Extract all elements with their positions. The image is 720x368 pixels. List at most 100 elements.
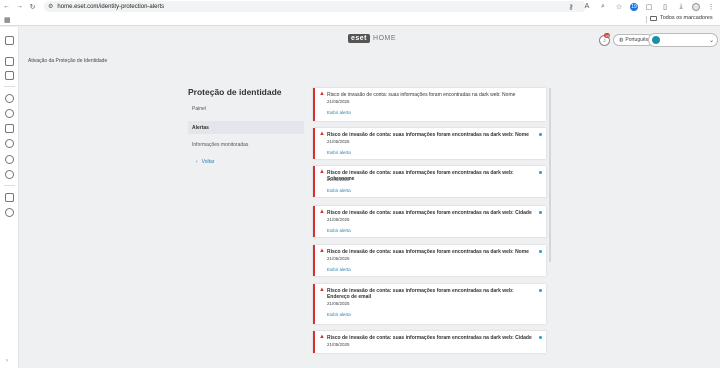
alert-date: 21/05/2025 <box>327 301 350 306</box>
alert-title-text: Risco de invasão de conta: suas informaç… <box>326 335 532 341</box>
logo-brand: eset <box>348 34 371 43</box>
alert-card[interactable]: ▲ Risco de invasão de conta: suas informa… <box>313 245 546 276</box>
rail-divider <box>4 185 15 186</box>
alert-title: ▲ Risco de invasão de conta: suas informa… <box>319 209 534 216</box>
expand-chevron-icon[interactable]: › <box>6 358 8 364</box>
eset-logo[interactable]: eset HOME <box>348 34 396 43</box>
back-link[interactable]: ‹ Voltar <box>196 159 214 165</box>
alert-title-text: Risco de invasão de conta: suas informaç… <box>326 288 514 300</box>
alert-title-text: Risco de invasão de conta: suas informaç… <box>326 92 516 98</box>
unread-indicator <box>539 133 542 136</box>
left-rail: › <box>0 27 19 368</box>
alert-card[interactable]: ▲ Risco de invasão de conta: suas informa… <box>313 206 546 237</box>
warning-icon: ▲ <box>319 169 325 175</box>
extensions-icon[interactable]: ▢ <box>644 2 654 12</box>
alert-date: 21/05/2025 <box>327 139 350 144</box>
tab-alertas[interactable]: Alertas <box>188 121 304 134</box>
warning-icon: ▲ <box>319 287 325 293</box>
warning-icon: ▲ <box>319 131 325 137</box>
messages-icon[interactable] <box>5 193 14 202</box>
unread-indicator <box>539 211 542 214</box>
forward-arrow-icon[interactable]: → <box>13 0 26 13</box>
folder-icon <box>650 15 657 21</box>
star-icon[interactable]: ☆ <box>614 2 624 12</box>
reload-icon[interactable]: ↻ <box>26 0 39 13</box>
alert-date: 21/05/2025 <box>327 177 350 182</box>
vpn-icon[interactable] <box>5 124 14 133</box>
alert-title-text: Risco de invasão de conta: suas informaç… <box>326 132 529 138</box>
alert-title-text: Risco de invasão de conta: suas informaç… <box>326 210 532 216</box>
unread-indicator <box>539 336 542 339</box>
key-icon[interactable]: ⚷ <box>566 2 576 12</box>
account-menu[interactable]: ⌄ <box>648 33 718 47</box>
view-alert-link[interactable]: Exibir alerta <box>327 110 351 115</box>
user-icon[interactable] <box>5 170 14 179</box>
help-icon[interactable] <box>5 208 14 217</box>
chevron-left-icon: ‹ <box>196 159 198 165</box>
menu-icon[interactable]: ⋮ <box>706 2 716 12</box>
browser-toolbar: ← → ↻ ⚙ home.eset.com/identity-protectio… <box>0 0 720 13</box>
bookmarks-folder-label: Todos os marcadores <box>660 15 713 21</box>
chevron-down-icon: ⌄ <box>708 37 714 44</box>
translate-icon[interactable]: A <box>582 2 592 12</box>
alert-card[interactable]: ▲ Risco de invasão de conta: suas informa… <box>313 284 546 324</box>
alert-title-text: Risco de invasão de conta: suas informaç… <box>326 170 514 182</box>
layout-icon[interactable] <box>5 36 14 45</box>
view-alert-link[interactable]: Exibir alerta <box>327 228 351 233</box>
sidepanel-icon[interactable]: ▯ <box>660 2 670 12</box>
license-icon[interactable] <box>5 71 14 80</box>
alert-title: ▲ Risco de invasão de conta: suas informa… <box>319 334 534 341</box>
unread-indicator <box>539 250 542 253</box>
devices-icon[interactable] <box>5 57 14 66</box>
apps-grid-icon[interactable]: ▦ <box>4 16 11 24</box>
warning-icon: ▲ <box>319 248 325 254</box>
shield-icon[interactable] <box>5 109 14 118</box>
alert-date: 21/05/2025 <box>327 256 350 261</box>
alert-title: ▲ Risco de invasão de conta: suas informa… <box>319 91 534 98</box>
globe-icon: ◍ <box>619 37 624 43</box>
bookmarks-divider <box>646 16 647 23</box>
view-alert-link[interactable]: Exibir alerta <box>327 267 351 272</box>
tab-painel[interactable]: Painel <box>188 102 304 115</box>
warning-icon: ▲ <box>319 91 325 97</box>
alert-date: 21/05/2025 <box>327 217 350 222</box>
scrollbar[interactable] <box>549 88 551 262</box>
warning-icon: ▲ <box>319 209 325 215</box>
alert-card[interactable]: ▲ Risco de invasão de conta: suas informa… <box>313 88 546 121</box>
security-icon[interactable] <box>5 94 14 103</box>
address-bar[interactable]: ⚙ home.eset.com/identity-protection-aler… <box>44 1 586 12</box>
identity-icon[interactable] <box>5 155 14 164</box>
bookmarks-bar: ▦ Todos os marcadores <box>0 13 720 26</box>
page-title: Proteção de identidade <box>188 87 282 97</box>
unread-indicator <box>539 289 542 292</box>
alert-title: ▲ Risco de invasão de conta: suas informa… <box>319 169 534 182</box>
alert-card[interactable]: ▲ Risco de invasão de conta: suas informa… <box>313 331 546 353</box>
back-arrow-icon[interactable]: ← <box>0 0 13 13</box>
alert-title-text: Risco de invasão de conta: suas informaç… <box>326 249 529 255</box>
breadcrumb[interactable]: Ativação da Proteção de Identidade <box>28 58 107 64</box>
alert-title: ▲ Risco de invasão de conta: suas informa… <box>319 131 534 138</box>
alert-date: 21/05/2025 <box>327 99 350 104</box>
alert-card[interactable]: ▲ Risco de invasão de conta: suas informa… <box>313 128 546 159</box>
tab-informacoes-monitoradas[interactable]: Informações monitoradas <box>188 138 304 151</box>
extension-badge[interactable]: 19 <box>630 2 638 11</box>
alert-card[interactable]: ▲ Risco de invasão de conta: suas informa… <box>313 166 546 197</box>
unread-indicator <box>539 171 542 174</box>
all-bookmarks-folder[interactable]: Todos os marcadores <box>650 15 713 21</box>
alert-title: ▲ Risco de invasão de conta: suas informa… <box>319 248 534 255</box>
url-text: home.eset.com/identity-protection-alerts <box>57 3 165 10</box>
alert-title: ▲ Risco de invasão de conta: suas informa… <box>319 287 534 300</box>
parental-icon[interactable] <box>5 139 14 148</box>
site-info-icon[interactable]: ⚙ <box>48 3 53 10</box>
account-avatar <box>652 36 660 44</box>
view-alert-link[interactable]: Exibir alerta <box>327 188 351 193</box>
warning-icon: ▲ <box>319 334 325 340</box>
profile-avatar[interactable] <box>692 2 700 11</box>
zoom-icon[interactable]: ⌕ <box>598 2 608 12</box>
view-alert-link[interactable]: Exibir alerta <box>327 312 351 317</box>
rail-divider <box>4 86 15 87</box>
alert-date: 21/05/2025 <box>327 342 350 347</box>
language-label: Português <box>625 37 649 43</box>
view-alert-link[interactable]: Exibir alerta <box>327 150 351 155</box>
download-icon[interactable]: ⤓ <box>676 2 686 12</box>
